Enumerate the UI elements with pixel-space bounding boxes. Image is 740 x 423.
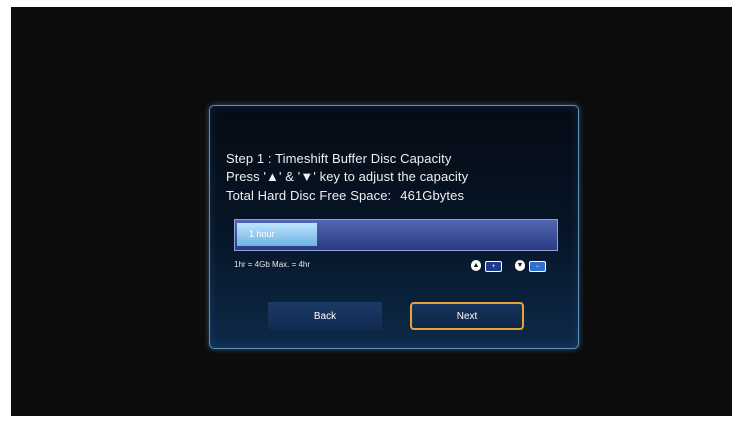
adjust-instruction: Press '▲' & '▼' key to adjust the capaci… (226, 169, 469, 184)
capacity-slider[interactable]: 1 hour (234, 219, 558, 251)
up-arrow-icon: ▲ (471, 260, 481, 271)
free-space-line: Total Hard Disc Free Space: 461Gbytes (226, 188, 464, 203)
capacity-slider-fill: 1 hour (237, 223, 317, 246)
capacity-scale-text: 1hr = 4Gb Max. = 4hr (234, 260, 311, 269)
free-space-label: Total Hard Disc Free Space: (226, 188, 392, 203)
back-button[interactable]: Back (268, 302, 382, 330)
capacity-value-label: 1 hour (249, 229, 275, 239)
decrease-icon: − (529, 261, 546, 272)
increase-icon: + (485, 261, 502, 272)
timeshift-setup-dialog: Step 1 : Timeshift Buffer Disc Capacity … (209, 105, 579, 349)
next-button[interactable]: Next (410, 302, 524, 330)
free-space-value: 461Gbytes (400, 188, 465, 203)
tv-screen: Step 1 : Timeshift Buffer Disc Capacity … (11, 7, 732, 416)
step-title: Step 1 : Timeshift Buffer Disc Capacity (226, 151, 452, 166)
down-arrow-icon: ▼ (515, 260, 525, 271)
